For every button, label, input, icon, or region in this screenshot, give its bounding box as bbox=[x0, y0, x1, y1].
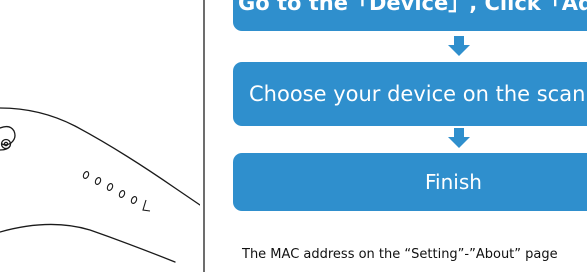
step-label: Go to the「Device」, Click「Add d bbox=[238, 0, 587, 15]
watch-band-illustration bbox=[0, 107, 200, 263]
down-arrow-icon bbox=[448, 128, 470, 148]
step-label: Finish bbox=[425, 170, 482, 194]
step-box-add-device: Go to the「Device」, Click「Add d bbox=[233, 0, 587, 31]
mac-address-note: The MAC address on the “Setting”-”About”… bbox=[242, 247, 558, 262]
step-box-choose-device: Choose your device on the scanning bbox=[233, 62, 587, 126]
band-upper-edge bbox=[0, 107, 200, 206]
band-lower-edge bbox=[0, 223, 176, 263]
step-label: Choose your device on the scanning bbox=[249, 82, 587, 106]
step-box-finish: Finish bbox=[233, 153, 587, 211]
band-holes bbox=[82, 171, 151, 212]
vertical-divider bbox=[203, 0, 205, 272]
down-arrow-icon bbox=[448, 36, 470, 56]
